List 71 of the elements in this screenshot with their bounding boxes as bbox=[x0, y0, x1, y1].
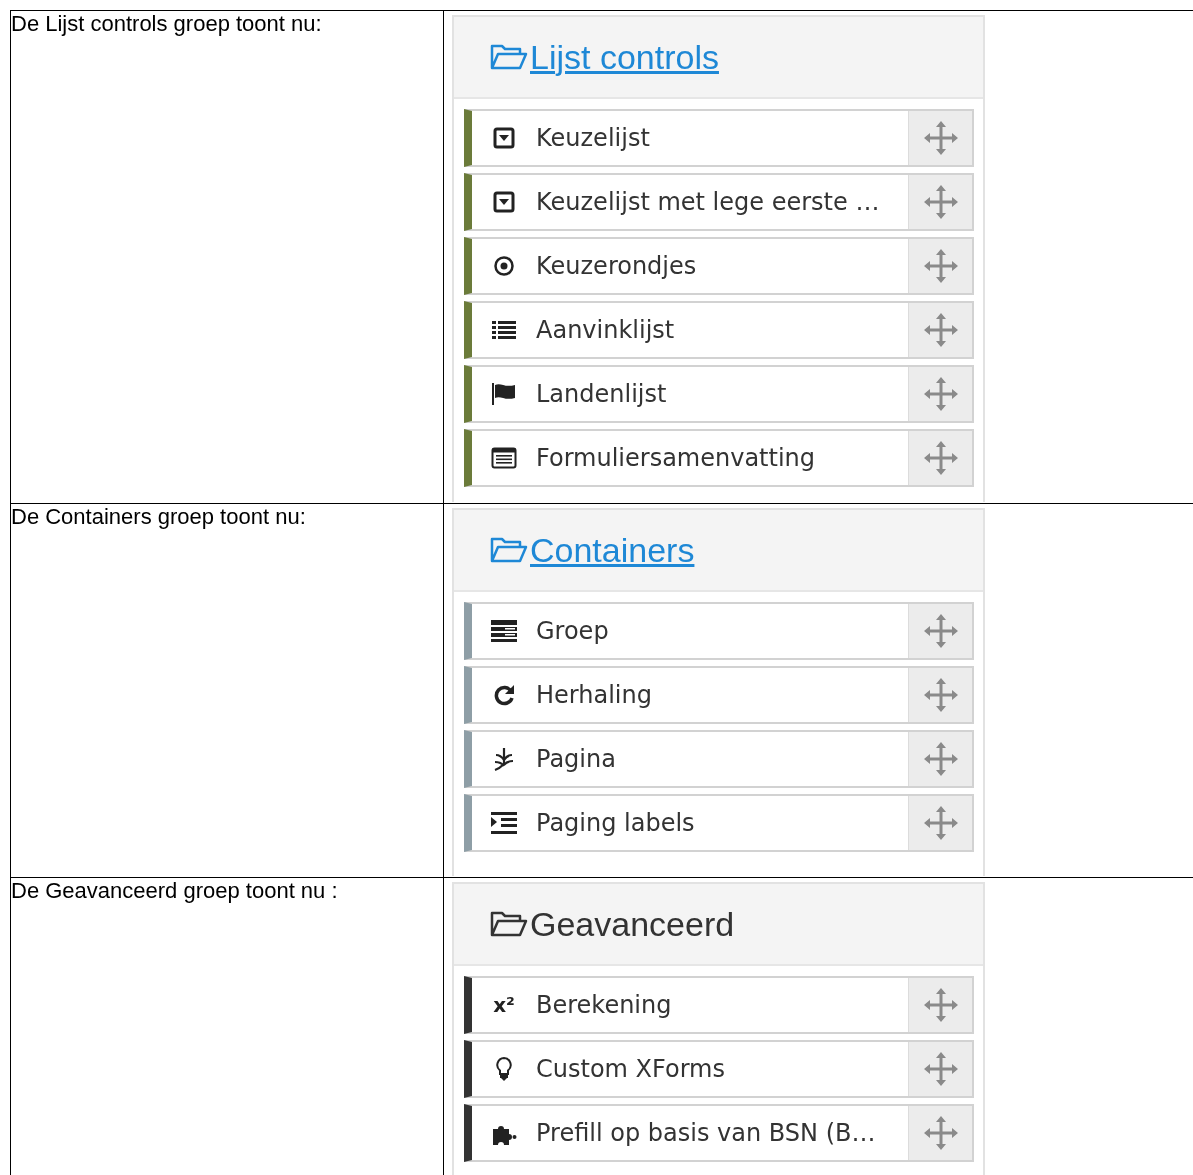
drag-handle[interactable] bbox=[908, 303, 972, 357]
move-icon[interactable] bbox=[922, 987, 959, 1023]
list-item[interactable]: Custom XForms bbox=[464, 1040, 974, 1098]
drag-handle[interactable] bbox=[908, 1106, 972, 1160]
caption-text: De Geavanceerd groep toont nu : bbox=[11, 877, 339, 905]
move-icon[interactable] bbox=[922, 741, 959, 777]
item-label: Prefill op basis van BSN (B… bbox=[536, 1118, 877, 1149]
radio-icon bbox=[493, 255, 515, 277]
superscript-icon: x² bbox=[493, 990, 515, 1020]
move-icon[interactable] bbox=[922, 1115, 959, 1151]
caption-text: De Lijst controls groep toont nu: bbox=[11, 10, 323, 38]
drag-handle[interactable] bbox=[908, 175, 972, 229]
list-item[interactable]: Paging labels bbox=[464, 794, 974, 852]
list-item[interactable]: Groep bbox=[464, 602, 974, 660]
item-label: Keuzerondjes bbox=[536, 251, 698, 282]
drag-handle[interactable] bbox=[908, 367, 972, 421]
drag-handle[interactable] bbox=[908, 239, 972, 293]
move-icon[interactable] bbox=[922, 805, 959, 841]
list-item[interactable]: Pagina bbox=[464, 730, 974, 788]
drag-handle[interactable] bbox=[908, 1042, 972, 1096]
indent-icon bbox=[491, 812, 517, 834]
list-item[interactable]: Landenlijst bbox=[464, 365, 974, 423]
move-icon[interactable] bbox=[922, 120, 959, 156]
folder-icon bbox=[490, 909, 528, 939]
drag-handle[interactable] bbox=[908, 668, 972, 722]
list-item[interactable]: Keuzerondjes bbox=[464, 237, 974, 295]
move-icon[interactable] bbox=[922, 613, 959, 649]
move-icon[interactable] bbox=[922, 184, 959, 220]
dropdown-icon bbox=[493, 191, 515, 213]
item-label: Herhaling bbox=[536, 680, 653, 711]
item-label: Custom XForms bbox=[536, 1054, 726, 1085]
stack-icon bbox=[491, 620, 517, 642]
list-box-icon bbox=[491, 447, 517, 469]
move-icon[interactable] bbox=[922, 440, 959, 476]
item-label: Pagina bbox=[536, 744, 617, 775]
move-icon[interactable] bbox=[922, 1051, 959, 1087]
move-icon[interactable] bbox=[922, 677, 959, 713]
folder-icon bbox=[490, 535, 528, 565]
drag-handle[interactable] bbox=[908, 796, 972, 850]
dropdown-icon bbox=[493, 127, 515, 149]
item-label: Keuzelijst bbox=[536, 123, 651, 154]
folder-icon bbox=[490, 42, 528, 72]
plant-icon bbox=[492, 746, 516, 772]
drag-handle[interactable] bbox=[908, 978, 972, 1032]
item-label: Aanvinklijst bbox=[536, 315, 676, 346]
item-label: Groep bbox=[536, 616, 610, 647]
item-label: Formuliersamenvatting bbox=[536, 443, 817, 474]
drag-handle[interactable] bbox=[908, 604, 972, 658]
list-icon bbox=[492, 320, 516, 340]
item-label: Keuzelijst met lege eerste … bbox=[536, 187, 881, 218]
list-item[interactable]: Prefill op basis van BSN (B… bbox=[464, 1104, 974, 1162]
lightbulb-icon bbox=[495, 1056, 513, 1082]
list-item[interactable]: Keuzelijst met lege eerste … bbox=[464, 173, 974, 231]
item-label: Landenlijst bbox=[536, 379, 668, 410]
flag-icon bbox=[491, 382, 517, 406]
move-icon[interactable] bbox=[922, 312, 959, 348]
group-title: Geavanceerd bbox=[530, 903, 735, 945]
list-item[interactable]: Herhaling bbox=[464, 666, 974, 724]
list-item[interactable]: Keuzelijst bbox=[464, 109, 974, 167]
refresh-icon bbox=[492, 683, 516, 707]
list-item[interactable]: Aanvinklijst bbox=[464, 301, 974, 359]
drag-handle[interactable] bbox=[908, 111, 972, 165]
move-icon[interactable] bbox=[922, 376, 959, 412]
drag-handle[interactable] bbox=[908, 431, 972, 485]
move-icon[interactable] bbox=[922, 248, 959, 284]
drag-handle[interactable] bbox=[908, 732, 972, 786]
list-item[interactable]: x² Berekening bbox=[464, 976, 974, 1034]
list-item[interactable]: Formuliersamenvatting bbox=[464, 429, 974, 487]
item-label: Paging labels bbox=[536, 808, 696, 839]
item-label: Berekening bbox=[536, 990, 673, 1021]
caption-text: De Containers groep toont nu: bbox=[11, 503, 307, 531]
